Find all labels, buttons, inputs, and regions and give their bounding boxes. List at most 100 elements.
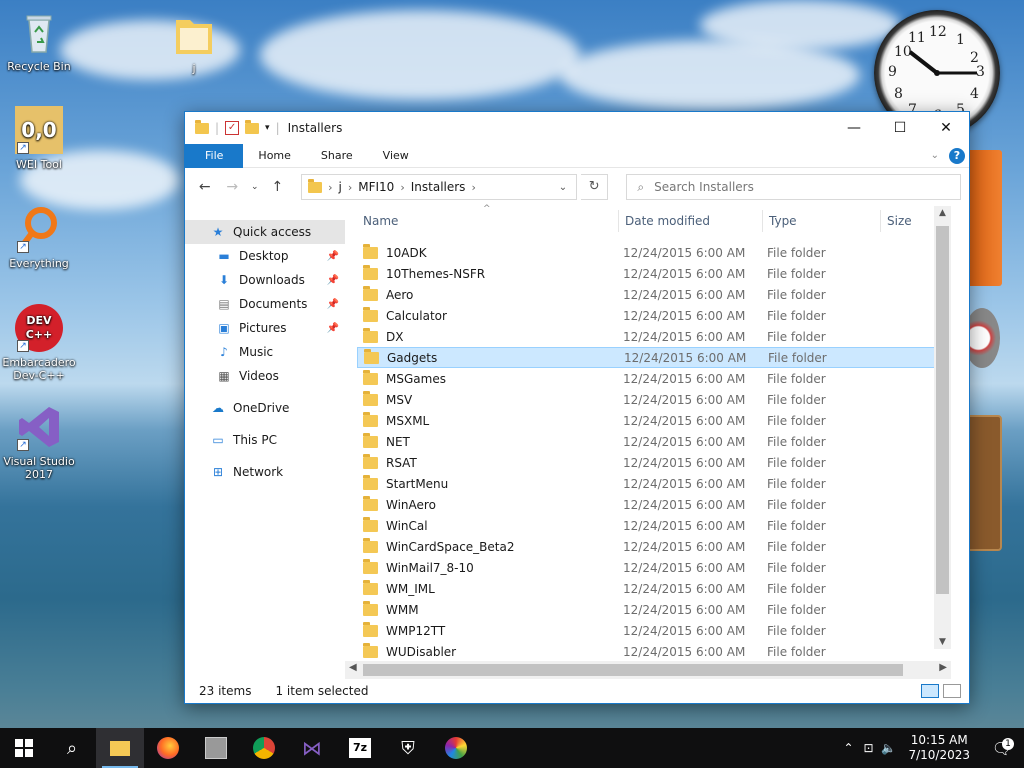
nav-this-pc[interactable]: ▭ This PC <box>185 428 345 452</box>
tab-file[interactable]: File <box>185 143 244 168</box>
breadcrumb-j[interactable]: j <box>339 180 342 194</box>
breadcrumb-installers[interactable]: Installers <box>411 180 466 194</box>
title-bar[interactable]: | ✓ ▾ | Installers — ☐ ✕ <box>185 112 969 144</box>
table-row[interactable]: WinCal 12/24/2015 6:00 AM File folder <box>357 515 951 536</box>
desktop-icon-everything[interactable]: ↗ Everything <box>1 205 77 270</box>
customize-toolbar-arrow-icon[interactable]: ▾ <box>265 123 270 133</box>
recent-locations-chevron-icon[interactable]: ⌄ <box>248 182 262 192</box>
nav-videos[interactable]: ▦ Videos <box>185 364 345 388</box>
explorer-window[interactable]: | ✓ ▾ | Installers — ☐ ✕ File Home Share… <box>184 111 970 704</box>
taskbar-visual-studio[interactable]: ⋈ <box>288 728 336 768</box>
breadcrumb-chevron-icon[interactable]: › <box>348 181 352 194</box>
nav-downloads[interactable]: ⬇ Downloads 📌 <box>185 268 345 292</box>
pin-icon[interactable]: 📌 <box>327 251 339 262</box>
expand-ribbon-chevron-icon[interactable]: ⌄ <box>931 150 939 161</box>
table-row[interactable]: WM_IML 12/24/2015 6:00 AM File folder <box>357 578 951 599</box>
desktop-icon-dev-cpp[interactable]: DEV C++ ↗ Embarcadero Dev-C++ <box>1 304 77 382</box>
taskbar-7zip[interactable]: 7z <box>336 728 384 768</box>
vertical-scrollbar[interactable]: ▲ ▼ <box>934 206 951 649</box>
minimize-button[interactable]: — <box>831 112 877 144</box>
horizontal-scrollbar-thumb[interactable] <box>363 664 903 676</box>
breadcrumb-chevron-icon[interactable]: › <box>400 181 404 194</box>
taskbar-chrome[interactable] <box>240 728 288 768</box>
search-box[interactable]: ⌕ Search Installers <box>626 174 962 200</box>
vertical-scrollbar-thumb[interactable] <box>936 226 949 594</box>
network-icon[interactable]: ⊡ <box>858 741 878 755</box>
help-button[interactable]: ? <box>949 147 965 164</box>
taskbar-file-explorer[interactable] <box>96 728 144 768</box>
maximize-button[interactable]: ☐ <box>877 112 923 144</box>
nav-desktop[interactable]: ▬ Desktop 📌 <box>185 244 345 268</box>
nav-pictures[interactable]: ▣ Pictures 📌 <box>185 316 345 340</box>
pin-icon[interactable]: 📌 <box>327 299 339 310</box>
nav-network[interactable]: ⊞ Network <box>185 460 345 484</box>
table-row[interactable]: WUDisabler 12/24/2015 6:00 AM File folder <box>357 641 951 662</box>
table-row[interactable]: MSV 12/24/2015 6:00 AM File folder <box>357 389 951 410</box>
taskbar-clock[interactable]: 10:15 AM 7/10/2023 <box>898 733 980 763</box>
action-center-button[interactable]: 🗨 1 <box>980 737 1024 758</box>
table-row[interactable]: WinCardSpace_Beta2 12/24/2015 6:00 AM File… <box>357 536 951 557</box>
back-arrow-icon[interactable]: ← <box>193 179 216 195</box>
scroll-down-arrow-icon[interactable]: ▼ <box>934 637 951 647</box>
pin-icon[interactable]: 📌 <box>327 323 339 334</box>
table-row[interactable]: WMP12TT 12/24/2015 6:00 AM File folder <box>357 620 951 641</box>
show-hidden-icons-chevron-icon[interactable]: ⌃ <box>838 741 858 755</box>
breadcrumb-mfi10[interactable]: MFI10 <box>358 180 394 194</box>
nav-quick-access[interactable]: ★ Quick access <box>185 220 345 244</box>
table-row[interactable]: WMM 12/24/2015 6:00 AM File folder <box>357 599 951 620</box>
table-row[interactable]: Gadgets 12/24/2015 6:00 AM File folder <box>357 347 951 368</box>
tab-home[interactable]: Home <box>243 144 305 168</box>
nav-documents[interactable]: ▤ Documents 📌 <box>185 292 345 316</box>
table-row[interactable]: MSXML 12/24/2015 6:00 AM File folder <box>357 410 951 431</box>
nav-music[interactable]: ♪ Music <box>185 340 345 364</box>
desktop-icon-visual-studio[interactable]: ↗ Visual Studio 2017 <box>1 403 77 481</box>
desktop-icon-label: Recycle Bin <box>7 60 71 73</box>
address-dropdown-icon[interactable]: ⌄ <box>550 182 576 193</box>
type-cell: File folder <box>767 644 826 659</box>
table-row[interactable]: WinMail7_8-10 12/24/2015 6:00 AM File fold… <box>357 557 951 578</box>
table-row[interactable]: RSAT 12/24/2015 6:00 AM File folder <box>357 452 951 473</box>
scroll-up-arrow-icon[interactable]: ▲ <box>934 208 951 218</box>
scroll-right-arrow-icon[interactable]: ▶ <box>939 662 947 673</box>
table-row[interactable]: StartMenu 12/24/2015 6:00 AM File folder <box>357 473 951 494</box>
large-icons-view-button[interactable] <box>943 684 961 698</box>
table-row[interactable]: 10Themes-NSFR 12/24/2015 6:00 AM File fold… <box>357 263 951 284</box>
desktop-icon-j-folder[interactable]: j <box>156 10 232 75</box>
taskbar-color-app[interactable] <box>432 728 480 768</box>
properties-check-icon[interactable]: ✓ <box>225 121 240 135</box>
up-arrow-icon[interactable]: ↑ <box>266 179 289 195</box>
table-row[interactable]: WinAero 12/24/2015 6:00 AM File folder <box>357 494 951 515</box>
table-row[interactable]: DX 12/24/2015 6:00 AM File folder <box>357 326 951 347</box>
table-row[interactable]: 10ADK 12/24/2015 6:00 AM File folder <box>357 242 951 263</box>
table-row[interactable]: MSGames 12/24/2015 6:00 AM File folder <box>357 368 951 389</box>
pin-icon[interactable]: 📌 <box>327 275 339 286</box>
forward-arrow-icon[interactable]: → <box>220 179 243 195</box>
new-folder-icon[interactable] <box>245 119 260 134</box>
start-button[interactable] <box>0 728 48 768</box>
taskbar-security[interactable]: ⛨ <box>384 728 432 768</box>
breadcrumb-chevron-icon[interactable]: › <box>328 181 332 194</box>
address-bar[interactable]: › j › MFI10 › Installers › ⌄ <box>301 174 577 200</box>
slideshow-gadget[interactable] <box>966 415 1002 551</box>
scroll-left-arrow-icon[interactable]: ◀ <box>349 662 357 673</box>
volume-muted-icon[interactable]: 🔈 <box>878 741 898 755</box>
table-row[interactable]: Calculator 12/24/2015 6:00 AM File folder <box>357 305 951 326</box>
desktop-icon-recycle-bin[interactable]: Recycle Bin <box>1 8 77 73</box>
horizontal-scrollbar[interactable]: ◀ ▶ <box>345 661 951 679</box>
column-header-type[interactable]: Type <box>763 210 881 232</box>
breadcrumb-chevron-icon[interactable]: › <box>471 181 475 194</box>
taskbar-firefox[interactable] <box>144 728 192 768</box>
column-header-date-modified[interactable]: Date modified <box>619 210 763 232</box>
close-button[interactable]: ✕ <box>923 112 969 144</box>
desktop-icon-wei-tool[interactable]: 0,0 ↗ WEI Tool <box>1 106 77 171</box>
details-view-button[interactable] <box>921 684 939 698</box>
refresh-button[interactable]: ↻ <box>580 174 609 200</box>
nav-onedrive[interactable]: ☁ OneDrive <box>185 396 345 420</box>
tab-view[interactable]: View <box>368 144 424 168</box>
table-row[interactable]: NET 12/24/2015 6:00 AM File folder <box>357 431 951 452</box>
tab-share[interactable]: Share <box>306 144 368 168</box>
notes-gadget[interactable] <box>966 150 1002 286</box>
taskbar-app-generic[interactable] <box>192 728 240 768</box>
table-row[interactable]: Aero 12/24/2015 6:00 AM File folder <box>357 284 951 305</box>
search-button[interactable]: ⌕ <box>48 728 96 768</box>
